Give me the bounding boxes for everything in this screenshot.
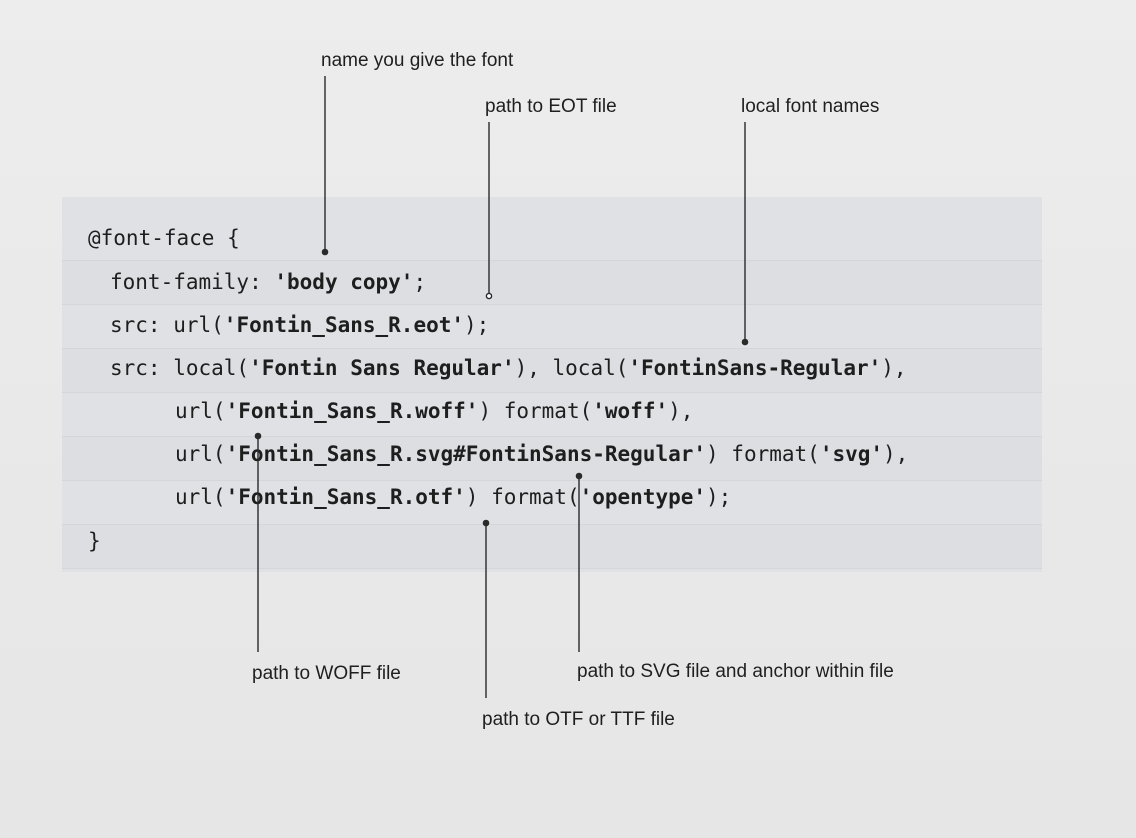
- leader-svg-path-dot: [575, 472, 583, 480]
- label-svg-path: path to SVG file and anchor within file: [577, 661, 894, 682]
- page-background: name you give the font path to EOT file …: [0, 0, 1136, 838]
- label-otf-path: path to OTF or TTF file: [482, 709, 675, 730]
- leader-font-name-dot: [321, 248, 329, 256]
- leader-local-names-dot: [741, 338, 749, 346]
- leader-woff-path-dot: [254, 432, 262, 440]
- leader-otf-path-dot: [482, 519, 490, 527]
- label-woff-path: path to WOFF file: [252, 663, 401, 684]
- leader-eot-path-dot: [485, 292, 493, 300]
